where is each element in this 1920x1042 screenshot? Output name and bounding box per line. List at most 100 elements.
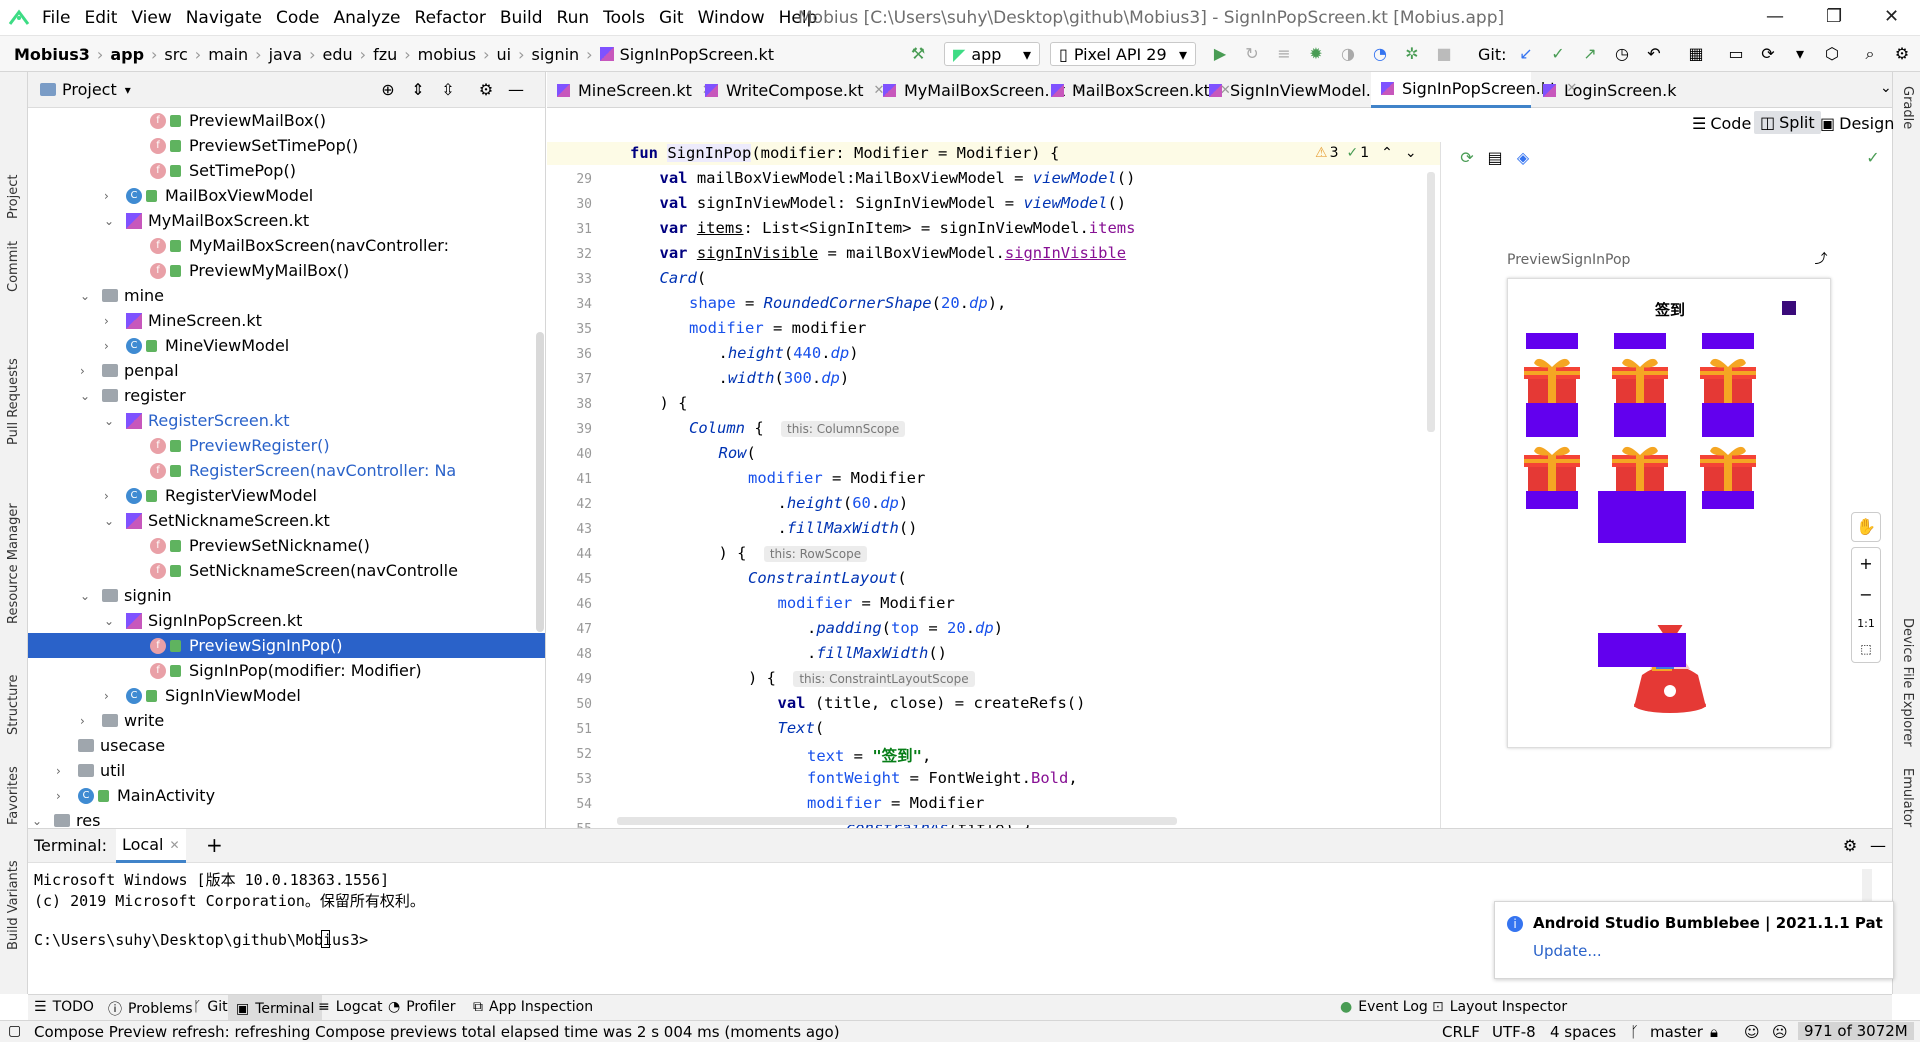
tool-window-problems[interactable]: ⓘ Problems	[108, 999, 193, 1019]
tree-item[interactable]: usecase	[28, 733, 545, 758]
tree-item[interactable]: f PreviewSetTimePop()	[28, 133, 545, 158]
tree-item[interactable]: f PreviewSetNickname()	[28, 533, 545, 558]
frown-icon[interactable]: ☹	[1772, 1023, 1788, 1041]
collapse-all-icon[interactable]: ⇳	[438, 80, 458, 100]
menu-tools[interactable]: Tools	[603, 8, 645, 28]
menu-navigate[interactable]: Navigate	[186, 8, 262, 28]
tree-item[interactable]: f SetNicknameScreen(navControlle	[28, 558, 545, 583]
breadcrumb-item[interactable]: Mobius3	[14, 45, 90, 64]
chevron-down-icon[interactable]: ⌄	[32, 814, 44, 828]
tool-emulator[interactable]: Emulator	[1900, 768, 1915, 827]
tree-item[interactable]: ⌄ mine	[28, 283, 545, 308]
zoom-out-icon[interactable]: −	[1859, 585, 1872, 604]
tabs-overflow-icon[interactable]: ⌄	[1880, 80, 1892, 96]
search-icon[interactable]: ⌕	[1860, 42, 1880, 66]
tree-item[interactable]: f PreviewMailBox()	[28, 108, 545, 133]
tool-window-todo[interactable]: ☰ TODO	[34, 999, 94, 1015]
run-config-select[interactable]: ◤ app ▾	[944, 42, 1040, 66]
inspection-widget[interactable]: ⚠ 3 ✓ 1 ⌃ ⌄	[1315, 145, 1417, 161]
tree-item[interactable]: f RegisterScreen(navController: Na	[28, 458, 545, 483]
git-update-icon[interactable]: ↙	[1516, 42, 1536, 66]
device-select[interactable]: ▯ Pixel API 29 ▾	[1050, 42, 1196, 66]
chevron-right-icon[interactable]: ›	[80, 714, 92, 728]
profile-icon[interactable]: ◔	[1370, 42, 1390, 66]
tool-resource-manager[interactable]: Resource Manager	[6, 503, 21, 624]
tree-item[interactable]: ⌄ SetNicknameScreen.kt	[28, 508, 545, 533]
breadcrumb-item[interactable]: mobius	[418, 45, 476, 64]
tool-window-layout-inspector[interactable]: ⊡ Layout Inspector	[1432, 999, 1567, 1015]
tool-gradle[interactable]: Gradle	[1900, 86, 1915, 129]
attach-debugger-icon[interactable]: ✲	[1402, 42, 1422, 66]
chevron-right-icon[interactable]: ›	[104, 489, 116, 503]
breadcrumb-item[interactable]: app	[110, 45, 144, 64]
tree-item[interactable]: f SignInPop(modifier: Modifier)	[28, 658, 545, 683]
tool-commit[interactable]: Commit	[6, 241, 21, 292]
tree-item[interactable]: f PreviewMyMailBox()	[28, 258, 545, 283]
lock-icon[interactable]: 🔒︎	[1710, 1023, 1718, 1041]
breadcrumb-item[interactable]: java	[269, 45, 303, 64]
git-push-icon[interactable]: ↗	[1580, 42, 1600, 66]
chevron-down-icon[interactable]: ⌄	[80, 589, 92, 603]
tree-item[interactable]: › util	[28, 758, 545, 783]
indent-setting[interactable]: 4 spaces	[1550, 1023, 1616, 1041]
tree-item[interactable]: f MyMailBoxScreen(navController:	[28, 233, 545, 258]
breadcrumb-item[interactable]: SignInPopScreen.kt	[620, 45, 774, 64]
tool-structure[interactable]: Structure	[6, 675, 21, 735]
stop-icon[interactable]: ■	[1434, 42, 1454, 66]
apply-changes-icon[interactable]: ≡	[1274, 42, 1294, 66]
chevron-down-icon[interactable]: ⌄	[104, 414, 116, 428]
tool-project[interactable]: Project	[6, 175, 21, 219]
tab-loginscreen-k[interactable]: LoginScreen.k	[1533, 72, 1677, 108]
menu-file[interactable]: File	[42, 8, 70, 28]
chevron-up-icon[interactable]: ⌃	[1381, 145, 1393, 161]
zoom-actual-icon[interactable]: 1:1	[1857, 617, 1875, 630]
git-branch[interactable]: master	[1650, 1023, 1703, 1041]
chevron-right-icon[interactable]: ›	[104, 339, 116, 353]
tab-signinviewmodel-kt[interactable]: SignInViewModel.kt✕	[1199, 72, 1407, 108]
chevron-right-icon[interactable]: ›	[104, 314, 116, 328]
maximize-icon[interactable]: ❐	[1826, 6, 1842, 27]
smile-icon[interactable]: ☺	[1744, 1023, 1760, 1041]
git-commit-icon[interactable]: ✓	[1548, 42, 1568, 66]
chevron-right-icon[interactable]: ›	[104, 689, 116, 703]
rerun-icon[interactable]: ↻	[1242, 42, 1262, 66]
tool-pull-requests[interactable]: Pull Requests	[6, 358, 21, 445]
tool-device-file-explorer[interactable]: Device File Explorer	[1900, 618, 1915, 747]
breadcrumb-item[interactable]: fzu	[373, 45, 397, 64]
tool-window-git[interactable]: ᚴ Git	[193, 999, 228, 1015]
debug-icon[interactable]: ✹	[1306, 42, 1326, 66]
project-view-select[interactable]: Project ▾	[40, 80, 131, 99]
tab-mymailboxscreen-kt[interactable]: MyMailBoxScreen.kt ✕	[873, 72, 1086, 108]
tree-item[interactable]: › C SignInViewModel	[28, 683, 545, 708]
tool-window-app-inspection[interactable]: ⧉ App Inspection	[473, 999, 593, 1015]
close-icon[interactable]: ✕	[1884, 6, 1899, 27]
menu-code[interactable]: Code	[276, 8, 320, 28]
tree-item[interactable]: f PreviewRegister()	[28, 433, 545, 458]
breadcrumb-item[interactable]: src	[164, 45, 187, 64]
tree-item[interactable]: ⌄ MyMailBoxScreen.kt	[28, 208, 545, 233]
run-icon[interactable]: ▶	[1210, 42, 1230, 66]
menu-analyze[interactable]: Analyze	[334, 8, 401, 28]
coverage-icon[interactable]: ◑	[1338, 42, 1358, 66]
layers-icon[interactable]: ◈	[1513, 148, 1533, 168]
terminal-tab-local[interactable]: Local ✕	[116, 829, 186, 863]
menu-edit[interactable]: Edit	[84, 8, 117, 28]
chevron-down-icon[interactable]: ⌄	[104, 214, 116, 228]
tree-item[interactable]: f PreviewSignInPop()	[28, 633, 545, 658]
chevron-right-icon[interactable]: ›	[80, 364, 92, 378]
tree-item[interactable]: ⌄ RegisterScreen.kt	[28, 408, 545, 433]
chevron-down-icon[interactable]: ⌄	[80, 389, 92, 403]
menu-run[interactable]: Run	[557, 8, 590, 28]
layout-icon[interactable]: ▤	[1485, 148, 1505, 168]
tree-item[interactable]: › penpal	[28, 358, 545, 383]
menu-git[interactable]: Git	[659, 8, 684, 28]
history-icon[interactable]: ◷	[1612, 42, 1632, 66]
tab-signinpopscreen-kt[interactable]: SignInPopScreen.kt ✕	[1371, 72, 1577, 108]
new-terminal-icon[interactable]: +	[206, 833, 223, 857]
expand-all-icon[interactable]: ⇕	[408, 80, 428, 100]
tool-window-profiler[interactable]: ◔ Profiler	[388, 999, 456, 1015]
hammer-icon[interactable]: ⚒	[908, 42, 928, 66]
file-encoding[interactable]: UTF-8	[1492, 1023, 1536, 1041]
close-tab-icon[interactable]: ✕	[169, 838, 179, 852]
device-manager-icon[interactable]: ⬡	[1822, 42, 1842, 66]
